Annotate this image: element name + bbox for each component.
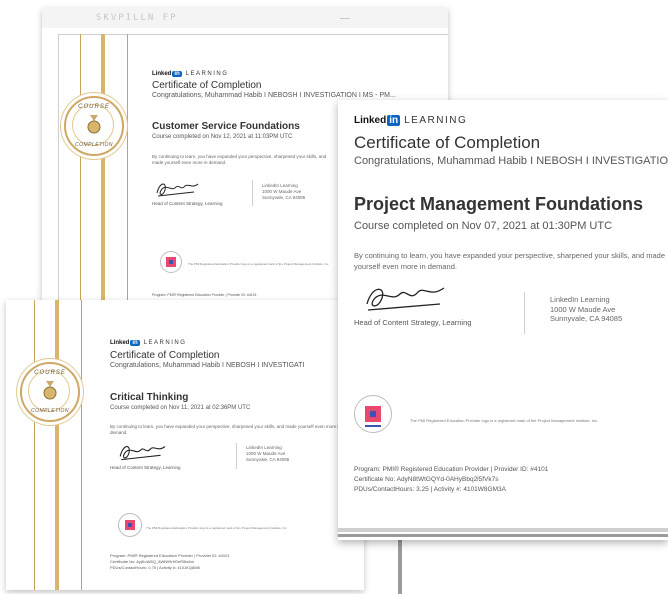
pmi-logo-icon	[354, 395, 392, 433]
certificate-title: Certificate of Completion	[354, 133, 541, 152]
course-completion-seal-icon: COURSE COMPLETION	[20, 362, 80, 422]
pmi-trademark-note: The PMI Registered Education Provider lo…	[410, 418, 599, 423]
learning-wordmark: LEARNING	[404, 115, 468, 126]
signature-icon	[119, 446, 166, 461]
linkedin-learning-logo: Linked in LEARNING	[354, 115, 467, 126]
signature-divider	[524, 292, 525, 334]
gold-ribbon	[34, 300, 82, 590]
body-text: By continuing to learn, you have expande…	[354, 251, 666, 271]
signatory-role: Head of Content Strategy, Learning	[152, 201, 223, 206]
seal-label-bottom: COMPLETION	[30, 408, 70, 414]
body-text: By continuing to learn, you have expande…	[152, 154, 327, 165]
course-name: Critical Thinking	[110, 392, 189, 403]
issuer-address: LinkedIn Learning 1000 W Maude Ave Sunny…	[246, 445, 290, 462]
seal-label-bottom: COMPLETION	[74, 142, 114, 148]
congratulations-line: Congratulations, Muhammad Habib I NEBOSH…	[110, 362, 305, 369]
certificate-critical-thinking: COURSE COMPLETION Linked in LEARNING Certi…	[6, 300, 364, 590]
certificate-footer: Program: PMI® Registered Education Provi…	[110, 553, 230, 570]
medal-icon	[87, 115, 101, 134]
completion-date: Course completed on Nov 12, 2021 at 11:0…	[152, 134, 293, 140]
issuer-address: LinkedIn Learning 1000 W Maude Ave Sunny…	[262, 183, 306, 200]
pmi-trademark-note: The PMI Registered Education Provider lo…	[146, 526, 288, 530]
issuer-address: LinkedIn Learning 1000 W Maude Ave Sunny…	[550, 295, 623, 323]
seal-label-top: COURSE	[78, 104, 110, 110]
linkedin-in-badge: in	[387, 115, 401, 126]
signature-divider	[252, 180, 253, 206]
congratulations-line: Congratulations, Muhammad Habib I NEBOSH…	[152, 92, 396, 99]
linkedin-learning-logo: Linked in LEARNING	[152, 71, 228, 77]
signatory-role: Head of Content Strategy, Learning	[354, 318, 472, 327]
learning-wordmark: LEARNING	[143, 340, 187, 346]
course-name: Project Management Foundations	[354, 194, 644, 214]
learning-wordmark: LEARNING	[185, 71, 229, 77]
body-text: By continuing to learn, you have expande…	[110, 424, 341, 435]
completion-date: Course completed on Nov 07, 2021 at 01:3…	[354, 220, 613, 232]
certificate-footer: Program: PMI® Registered Education Provi…	[152, 293, 257, 297]
certificate-project-management: Linked in LEARNING Certificate of Completi…	[338, 100, 668, 540]
linkedin-wordmark: Linked	[354, 115, 387, 126]
viewer-dash	[340, 18, 350, 19]
linkedin-wordmark: Linked	[110, 340, 130, 346]
certificate-title: Certificate of Completion	[152, 80, 262, 91]
pmi-trademark-note: The PMI Registered Education Provider lo…	[188, 262, 330, 266]
pmi-logo-icon	[160, 251, 182, 273]
viewer-topbar: SKVPILLN FP	[42, 8, 448, 28]
linkedin-wordmark: Linked	[152, 71, 172, 77]
pmi-logo-icon	[118, 513, 142, 537]
signatory-role: Head of Content Strategy, Learning	[110, 465, 181, 470]
linkedin-learning-logo: Linked in LEARNING	[110, 340, 186, 346]
certificate-title: Certificate of Completion	[110, 350, 220, 361]
signature-icon	[366, 287, 445, 311]
linkedin-in-badge: in	[172, 71, 182, 77]
signature-divider	[236, 443, 237, 469]
congratulations-line: Congratulations, Muhammad Habib I NEBOSH…	[354, 155, 668, 167]
seal-label-top: COURSE	[34, 370, 66, 376]
signature-icon	[156, 183, 199, 197]
page-bottom-edge	[338, 528, 668, 532]
gold-ribbon	[80, 34, 128, 308]
page-edge-shadow	[398, 540, 402, 594]
viewer-brand: SKVPILLN FP	[96, 13, 178, 23]
completion-date: Course completed on Nov 11, 2021 at 02:3…	[110, 405, 251, 411]
medal-icon	[43, 381, 57, 400]
course-name: Customer Service Foundations	[152, 121, 300, 132]
certificate-footer: Program: PMI® Registered Education Provi…	[354, 466, 549, 493]
linkedin-in-badge: in	[130, 340, 140, 346]
course-completion-seal-icon: COURSE COMPLETION	[64, 96, 124, 156]
page-bottom-shadow	[338, 534, 668, 537]
